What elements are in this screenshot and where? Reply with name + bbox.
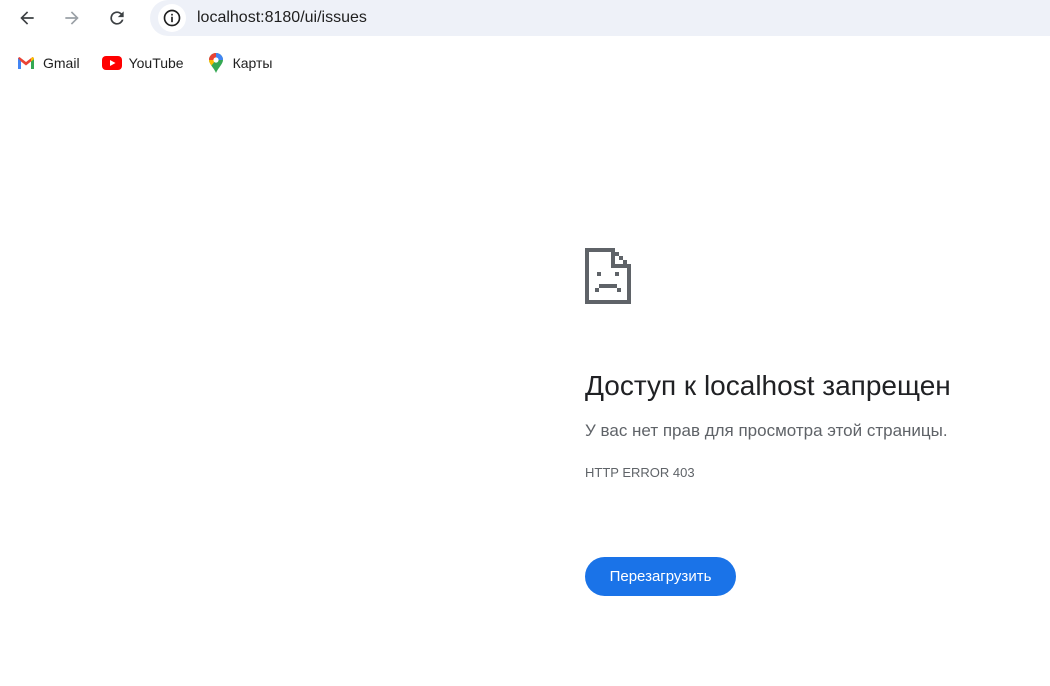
- error-title: Доступ к localhost запрещен: [585, 370, 951, 401]
- bookmark-gmail[interactable]: Gmail: [10, 49, 86, 77]
- error-code: HTTP ERROR 403: [585, 465, 695, 480]
- bookmark-label: YouTube: [128, 55, 184, 71]
- gmail-icon: [16, 53, 36, 73]
- bookmarks-bar: Gmail YouTube Карты: [0, 48, 1050, 78]
- reload-browser-button[interactable]: [101, 2, 133, 34]
- bookmark-maps[interactable]: Карты: [200, 49, 279, 77]
- forward-button[interactable]: [56, 2, 88, 34]
- bookmark-youtube[interactable]: YouTube: [96, 49, 190, 77]
- url-text[interactable]: localhost:8180/ui/issues: [197, 9, 367, 27]
- reload-icon: [110, 11, 124, 25]
- info-circle-icon: [163, 9, 181, 27]
- error-description: У вас нет прав для просмотра этой страни…: [585, 421, 948, 440]
- browser-toolbar: localhost:8180/ui/issues: [0, 0, 1050, 36]
- error-content: Доступ к localhost запрещен У вас нет пр…: [585, 248, 1035, 482]
- sad-document-icon: [585, 248, 631, 304]
- bookmark-label: Gmail: [43, 55, 80, 71]
- arrow-right-icon: [65, 11, 79, 25]
- bookmark-label: Карты: [232, 55, 273, 71]
- site-info-button[interactable]: [158, 4, 186, 32]
- arrow-left-icon: [20, 11, 34, 25]
- reload-button[interactable]: Перезагрузить: [585, 557, 736, 596]
- maps-pin-icon: [206, 53, 226, 73]
- back-button[interactable]: [11, 2, 43, 34]
- youtube-icon: [101, 53, 122, 73]
- address-bar[interactable]: localhost:8180/ui/issues: [150, 0, 1050, 36]
